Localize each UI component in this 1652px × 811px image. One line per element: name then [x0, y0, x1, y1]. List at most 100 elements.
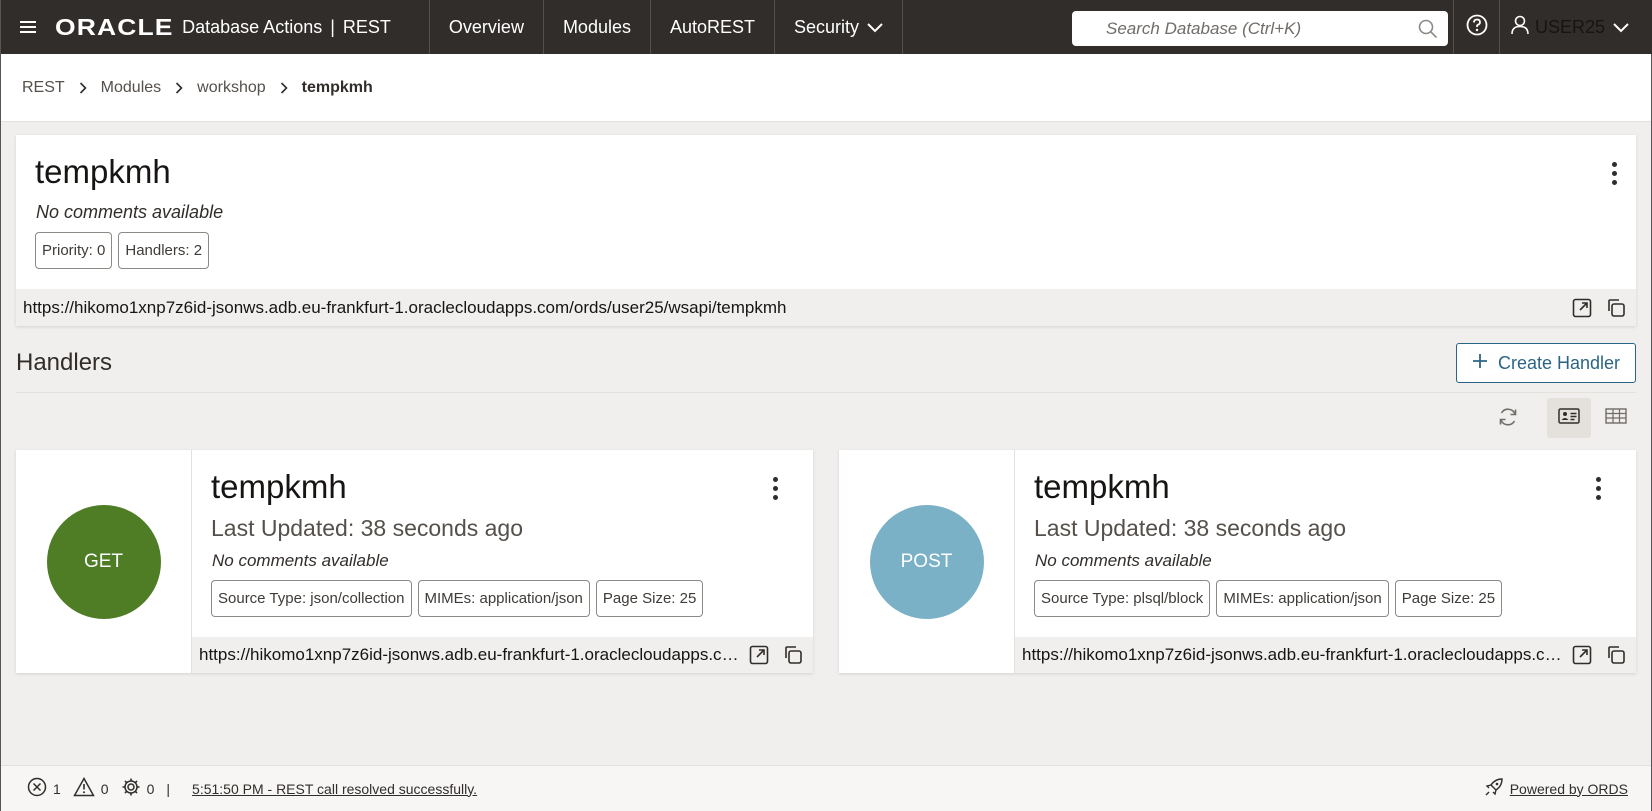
handler-title: tempkmh: [1034, 468, 1170, 505]
source-type-chip: Source Type: plsql/block: [1034, 580, 1211, 617]
nav-item-autorest[interactable]: AutoREST: [649, 0, 774, 54]
copy-icon[interactable]: [1604, 296, 1628, 320]
handler-url-bar: https://hikomo1xnp7z6id-jsonws.adb.eu-fr…: [1015, 637, 1636, 673]
refresh-icon: [1497, 406, 1519, 433]
handler-comment: No comments available: [1035, 551, 1212, 570]
product-name: Database Actions: [182, 16, 323, 37]
handler-more-actions-icon[interactable]: [769, 473, 782, 504]
handler-title: tempkmh: [211, 468, 347, 505]
open-in-new-tab-icon[interactable]: [1570, 296, 1594, 320]
help-button[interactable]: [1453, 0, 1500, 54]
handler-url: https://hikomo1xnp7z6id-jsonws.adb.eu-fr…: [1022, 645, 1570, 664]
user-menu[interactable]: USER25: [1511, 0, 1629, 54]
breadcrumb-item-current: tempkmh: [301, 78, 373, 96]
plus-icon: [1472, 353, 1488, 374]
module-more-actions-icon[interactable]: [1608, 158, 1621, 189]
handler-url: https://hikomo1xnp7z6id-jsonws.adb.eu-fr…: [199, 645, 747, 664]
settings-count[interactable]: 0: [121, 777, 154, 800]
breadcrumb-item-rest[interactable]: REST: [22, 79, 65, 97]
mimes-chip: MIMEs: application/json: [1216, 580, 1389, 617]
status-footer: 1 0 0 | 5:51:50 PM - REST call resolved …: [1, 765, 1651, 811]
status-message-link[interactable]: 5:51:50 PM - REST call resolved successf…: [192, 781, 477, 797]
handler-chips: Source Type: plsql/block MIMEs: applicat…: [1034, 580, 1503, 617]
copy-icon[interactable]: [1604, 643, 1628, 667]
nav-item-label: AutoREST: [669, 16, 756, 37]
method-badge-get: GET: [46, 504, 161, 619]
handler-url-bar: https://hikomo1xnp7z6id-jsonws.adb.eu-fr…: [192, 637, 813, 673]
handler-last-updated: Last Updated: 38 seconds ago: [1034, 515, 1347, 541]
chevron-right-icon: [280, 81, 288, 94]
brand-separator: |: [330, 16, 335, 37]
search-input[interactable]: [1106, 18, 1408, 39]
handler-card-get[interactable]: GET tempkmh Last Updated: 38 seconds ago…: [16, 450, 813, 673]
chevron-right-icon: [175, 81, 183, 94]
handler-chips: Source Type: json/collection MIMEs: appl…: [211, 580, 704, 617]
create-handler-label: Create Handler: [1497, 352, 1621, 373]
create-handler-button[interactable]: Create Handler: [1456, 343, 1636, 383]
error-count[interactable]: 1: [27, 777, 61, 800]
error-count-value: 1: [53, 780, 61, 797]
refresh-button[interactable]: [1494, 405, 1522, 433]
warning-count-value: 0: [100, 780, 109, 797]
method-label: POST: [900, 550, 953, 572]
gear-icon: [121, 777, 141, 800]
module-title: tempkmh: [35, 153, 171, 190]
method-pane: GET: [16, 450, 192, 673]
handler-card-post[interactable]: POST tempkmh Last Updated: 38 seconds ag…: [839, 450, 1636, 673]
breadcrumb-item-modules[interactable]: Modules: [101, 79, 161, 97]
table-view-toggle[interactable]: [1598, 398, 1634, 438]
page-size-chip: Page Size: 25: [1394, 580, 1503, 617]
user-icon: [1511, 15, 1529, 40]
error-circle-icon: [27, 777, 47, 800]
nav-item-label: Modules: [562, 16, 631, 37]
method-label: GET: [83, 550, 124, 572]
chevron-down-icon: [867, 17, 883, 38]
powered-by-label: Powered by ORDS: [1509, 780, 1628, 797]
nav-item-modules[interactable]: Modules: [542, 0, 650, 54]
search-box: [1072, 11, 1448, 46]
user-name: USER25: [1535, 16, 1606, 37]
nav-item-security[interactable]: Security: [774, 0, 904, 54]
copy-icon[interactable]: [781, 643, 805, 667]
nav-item-label: Security: [794, 16, 860, 37]
handlers-heading: Handlers: [16, 349, 113, 376]
mimes-chip: MIMEs: application/json: [417, 580, 590, 617]
source-type-chip: Source Type: json/collection: [211, 580, 412, 617]
nav-item-label: Overview: [448, 16, 524, 37]
chevron-right-icon: [79, 81, 87, 94]
module-comment: No comments available: [36, 202, 224, 222]
search-icon[interactable]: [1408, 19, 1448, 39]
section-divider: [16, 392, 1636, 393]
module-url: https://hikomo1xnp7z6id-jsonws.adb.eu-fr…: [23, 297, 787, 317]
module-chips: Priority: 0 Handlers: 2: [35, 232, 210, 269]
module-card: tempkmh No comments available Priority: …: [16, 135, 1636, 326]
warning-count[interactable]: 0: [73, 776, 109, 800]
page-size-chip: Page Size: 25: [595, 580, 704, 617]
warning-triangle-icon: [73, 776, 95, 800]
handlers-count-chip: Handlers: 2: [118, 232, 210, 269]
chevron-down-icon: [1613, 17, 1629, 38]
method-badge-post: POST: [869, 504, 984, 619]
hamburger-menu-icon[interactable]: [1, 0, 55, 54]
open-in-new-tab-icon[interactable]: [747, 643, 771, 667]
handler-more-actions-icon[interactable]: [1592, 473, 1605, 504]
powered-by-ords-link[interactable]: Powered by ORDS: [1484, 777, 1628, 800]
priority-chip: Priority: 0: [35, 232, 113, 269]
method-pane: POST: [839, 450, 1015, 673]
oracle-logo: ORACLE: [55, 13, 174, 40]
module-url-bar: https://hikomo1xnp7z6id-jsonws.adb.eu-fr…: [16, 289, 1636, 326]
main-nav: Overview Modules AutoREST Security: [428, 0, 904, 54]
rocket-icon: [1484, 777, 1504, 800]
nav-item-overview[interactable]: Overview: [428, 0, 543, 54]
open-in-new-tab-icon[interactable]: [1570, 643, 1594, 667]
breadcrumb-item-workshop[interactable]: workshop: [197, 79, 265, 97]
id-card-icon: [1558, 407, 1580, 429]
handler-last-updated: Last Updated: 38 seconds ago: [211, 515, 524, 541]
handler-comment: No comments available: [212, 551, 389, 570]
table-icon: [1605, 407, 1627, 429]
card-view-toggle[interactable]: [1547, 398, 1591, 438]
section-name: REST: [342, 16, 391, 37]
breadcrumb: REST Modules workshop tempkmh: [1, 54, 1651, 122]
brand[interactable]: ORACLE Database Actions | REST: [55, 0, 429, 54]
footer-separator: |: [166, 780, 171, 797]
